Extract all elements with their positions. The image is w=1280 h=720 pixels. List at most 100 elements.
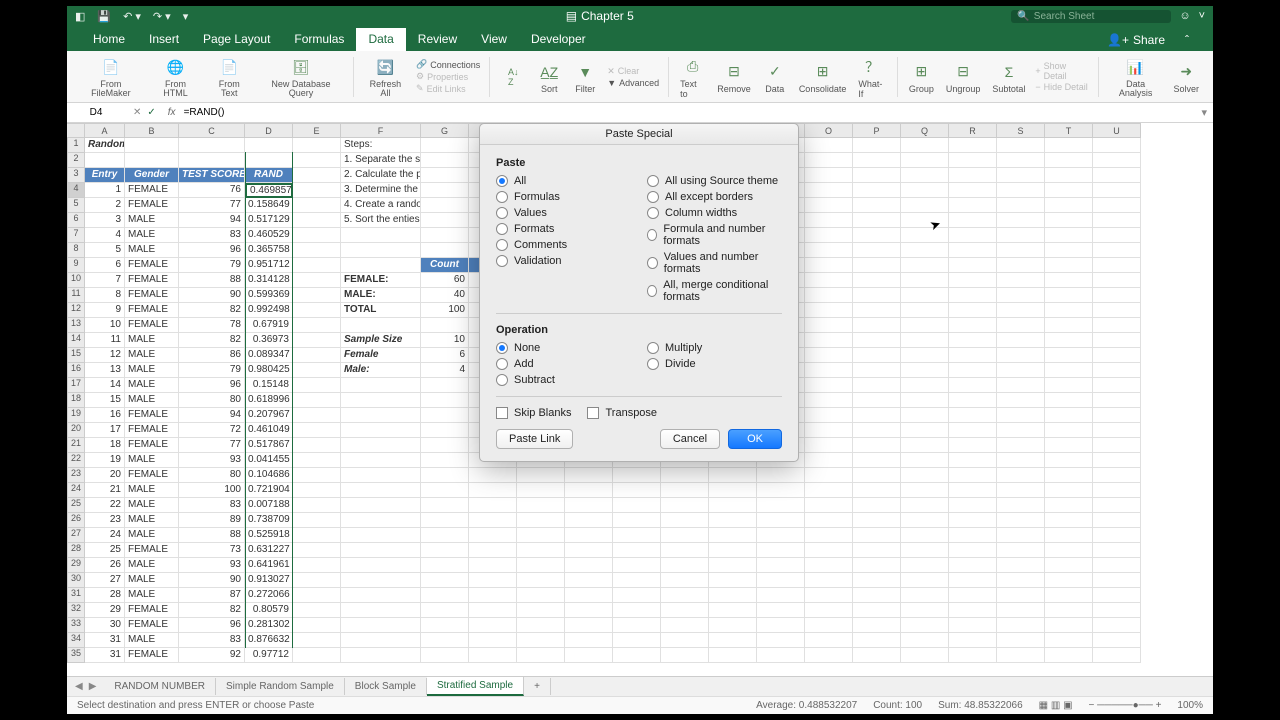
radio-none[interactable]: None [496, 342, 631, 354]
cell[interactable] [1045, 393, 1093, 408]
cell[interactable] [853, 588, 901, 603]
ok-button[interactable]: OK [728, 429, 782, 449]
cell[interactable] [293, 453, 341, 468]
cell[interactable] [293, 633, 341, 648]
cell[interactable] [1093, 498, 1141, 513]
cell[interactable]: 1. Separate the scores into blocks [341, 153, 421, 168]
col-header[interactable]: R [949, 123, 997, 138]
cell[interactable] [293, 333, 341, 348]
cell[interactable] [421, 603, 469, 618]
cell[interactable] [853, 378, 901, 393]
cell[interactable] [901, 558, 949, 573]
cell[interactable]: 0.738709 [245, 513, 293, 528]
radio-values[interactable]: Values [496, 207, 631, 219]
cell[interactable] [997, 363, 1045, 378]
cell[interactable] [293, 213, 341, 228]
cell[interactable] [613, 483, 661, 498]
cell[interactable]: 0.36973 [245, 333, 293, 348]
col-header[interactable]: E [293, 123, 341, 138]
cell[interactable]: 0.951712 [245, 258, 293, 273]
cell[interactable]: 93 [179, 558, 245, 573]
cell[interactable] [125, 138, 179, 153]
cell[interactable] [805, 513, 853, 528]
cell[interactable] [853, 363, 901, 378]
cell[interactable] [853, 168, 901, 183]
cell[interactable] [661, 633, 709, 648]
cell[interactable] [997, 438, 1045, 453]
subtotal-button[interactable]: ΣSubtotal [988, 53, 1029, 101]
row-header[interactable]: 3 [67, 168, 85, 183]
cell[interactable]: FEMALE [125, 198, 179, 213]
cell[interactable]: MALE [125, 573, 179, 588]
cell[interactable] [517, 573, 565, 588]
data-validation-button[interactable]: ✓Data [759, 53, 791, 101]
cell[interactable]: 72 [179, 423, 245, 438]
cell[interactable]: 8 [85, 288, 125, 303]
cell[interactable] [469, 603, 517, 618]
cell[interactable] [1093, 333, 1141, 348]
cell[interactable] [469, 648, 517, 663]
cell[interactable] [997, 318, 1045, 333]
cell[interactable] [293, 468, 341, 483]
cell[interactable] [341, 543, 421, 558]
cell[interactable] [1045, 273, 1093, 288]
cell[interactable] [805, 363, 853, 378]
cell[interactable]: MALE [125, 558, 179, 573]
cancel-formula-icon[interactable]: ✕ [133, 107, 141, 118]
col-header[interactable]: U [1093, 123, 1141, 138]
cell[interactable]: 5 [85, 243, 125, 258]
cell[interactable] [949, 213, 997, 228]
cell[interactable] [853, 468, 901, 483]
cell[interactable] [1045, 648, 1093, 663]
cell[interactable] [565, 528, 613, 543]
cell[interactable] [1093, 198, 1141, 213]
cell[interactable] [421, 528, 469, 543]
cell[interactable] [469, 573, 517, 588]
cell[interactable] [901, 573, 949, 588]
cell[interactable] [805, 558, 853, 573]
cell[interactable] [293, 393, 341, 408]
cell[interactable] [901, 528, 949, 543]
cell[interactable]: 0.15148 [245, 378, 293, 393]
cell[interactable]: 20 [85, 468, 125, 483]
cell[interactable]: 31 [85, 633, 125, 648]
cell[interactable] [853, 348, 901, 363]
cell[interactable] [997, 528, 1045, 543]
cell[interactable] [805, 243, 853, 258]
cell[interactable] [661, 618, 709, 633]
cell[interactable] [293, 243, 341, 258]
cell[interactable] [709, 603, 757, 618]
cell[interactable] [469, 558, 517, 573]
cell[interactable] [517, 468, 565, 483]
cell[interactable] [245, 153, 293, 168]
data-analysis-button[interactable]: 📊Data Analysis [1106, 53, 1166, 101]
row-header[interactable]: 34 [67, 633, 85, 648]
cell[interactable] [949, 453, 997, 468]
cell[interactable]: 92 [179, 648, 245, 663]
cell[interactable]: FEMALE: [341, 273, 421, 288]
radio-all-using-source-theme[interactable]: All using Source theme [647, 175, 782, 187]
cell[interactable]: 77 [179, 438, 245, 453]
cell[interactable] [565, 603, 613, 618]
cell[interactable] [341, 438, 421, 453]
row-header[interactable]: 13 [67, 318, 85, 333]
cell[interactable] [613, 513, 661, 528]
cell[interactable] [853, 648, 901, 663]
cell[interactable] [1045, 558, 1093, 573]
cell[interactable] [341, 528, 421, 543]
cell[interactable] [949, 273, 997, 288]
cell[interactable] [901, 483, 949, 498]
worksheet[interactable]: ABCDEFGHIJKLMNOPQRSTU1Random SampleSteps… [67, 123, 1213, 676]
cell[interactable]: Sample Size [341, 333, 421, 348]
cell[interactable]: 83 [179, 633, 245, 648]
cell[interactable] [661, 558, 709, 573]
cell[interactable]: 0.007188 [245, 498, 293, 513]
cell[interactable] [469, 543, 517, 558]
cell[interactable]: FEMALE [125, 648, 179, 663]
cell[interactable] [901, 228, 949, 243]
tab-home[interactable]: Home [81, 28, 137, 51]
share-button[interactable]: 👤+ Share [1097, 29, 1175, 51]
cell[interactable] [949, 483, 997, 498]
cell[interactable] [853, 543, 901, 558]
cell[interactable] [709, 498, 757, 513]
